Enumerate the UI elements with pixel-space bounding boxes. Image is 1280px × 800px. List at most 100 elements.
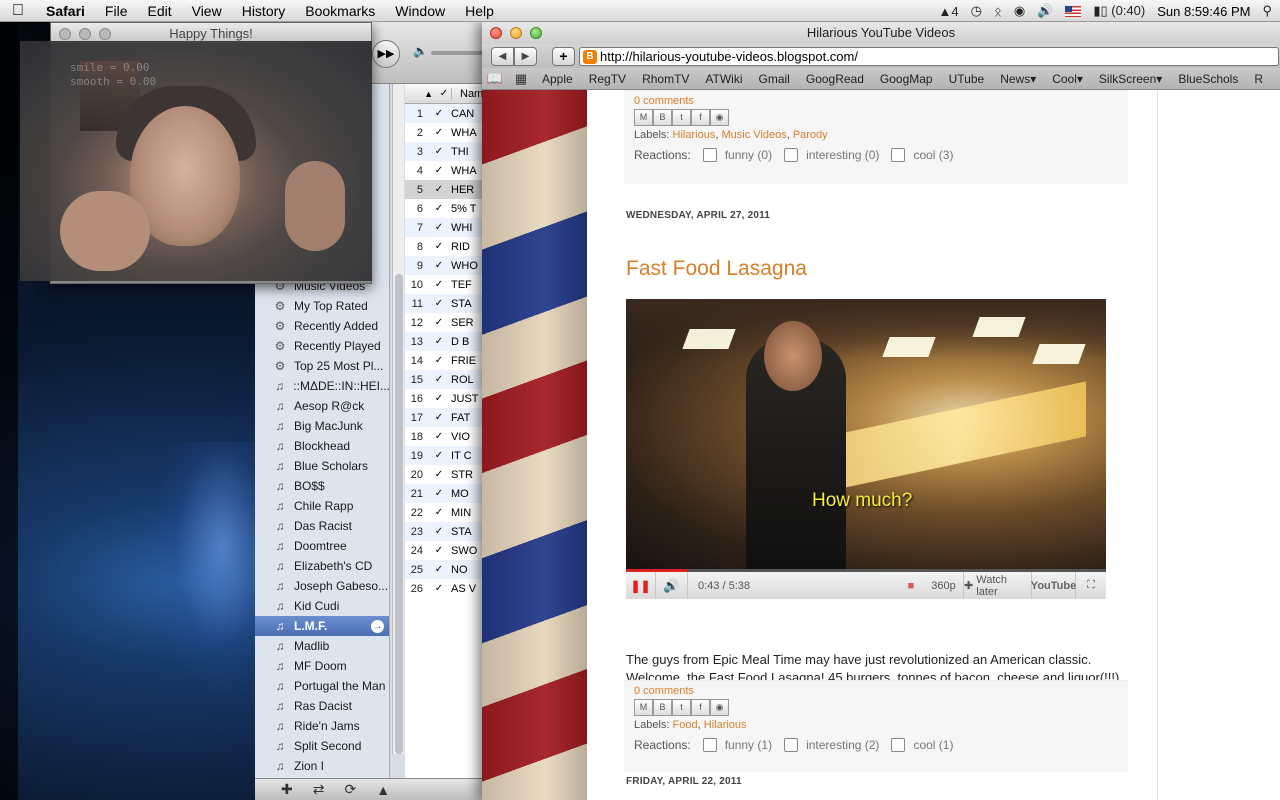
reaction-checkbox[interactable] <box>784 148 799 162</box>
track-checkbox-icon[interactable]: ✓ <box>431 526 447 537</box>
source-item[interactable]: ♫ Portugal the Man <box>255 676 389 696</box>
bookmark-item[interactable]: Cool▾ <box>1044 72 1091 86</box>
bookmark-item[interactable]: News▾ <box>992 72 1044 86</box>
annotation-icon[interactable]: ■ <box>898 572 924 599</box>
source-item[interactable]: ♫::MΔDE::IN::HEI... <box>255 376 389 396</box>
source-item[interactable]: ♫ Doomtree <box>255 536 389 556</box>
battery-icon[interactable]: ▮▯ (0:40) <box>1093 3 1145 19</box>
email-share-icon[interactable]: M <box>634 699 653 716</box>
check-column-icon[interactable]: ✓ <box>437 88 451 99</box>
track-checkbox-icon[interactable]: ✓ <box>431 564 447 575</box>
volume-icon[interactable]: 🔊 <box>1037 3 1053 19</box>
source-item[interactable]: ♫ Big MacJunk <box>255 416 389 436</box>
track-checkbox-icon[interactable]: ✓ <box>431 431 447 442</box>
track-checkbox-icon[interactable]: ✓ <box>431 108 447 119</box>
email-share-icon[interactable]: M <box>634 109 653 126</box>
track-checkbox-icon[interactable]: ✓ <box>431 184 447 195</box>
source-item[interactable]: ♫ Madlib <box>255 636 389 656</box>
reaction-checkbox[interactable] <box>891 738 906 752</box>
source-item[interactable]: ⚙ Recently Played <box>255 336 389 356</box>
apple-icon[interactable]:  <box>0 2 36 20</box>
menu-app-safari[interactable]: Safari <box>36 0 95 22</box>
track-checkbox-icon[interactable]: ✓ <box>431 412 447 423</box>
reaction-funny[interactable]: funny (0) <box>702 148 772 162</box>
watch-later-button[interactable]: ✚ Watch later <box>964 572 1032 599</box>
bookmark-item[interactable]: UTube <box>941 72 993 86</box>
bluetooth-icon[interactable]: ᛟ <box>994 4 1002 19</box>
zoom-icon[interactable] <box>99 28 111 40</box>
shuffle-icon[interactable]: ⇄ <box>313 781 325 798</box>
track-checkbox-icon[interactable]: ✓ <box>431 279 447 290</box>
spotlight-search-icon[interactable]: ⚲ <box>1262 3 1272 19</box>
close-icon[interactable] <box>490 27 502 39</box>
reaction-checkbox[interactable] <box>891 148 906 162</box>
track-checkbox-icon[interactable]: ✓ <box>431 355 447 366</box>
track-checkbox-icon[interactable]: ✓ <box>431 374 447 385</box>
wifi-icon[interactable]: ◉ <box>1014 3 1025 19</box>
track-checkbox-icon[interactable]: ✓ <box>431 488 447 499</box>
add-playlist-icon[interactable]: ✚ <box>281 781 293 798</box>
forward-button[interactable]: ▶ <box>514 47 537 66</box>
pause-icon[interactable]: ❚❚ <box>626 572 656 599</box>
track-checkbox-icon[interactable]: ✓ <box>431 146 447 157</box>
clock[interactable]: Sun 8:59:46 PM <box>1157 4 1250 19</box>
source-item[interactable]: ♫ Split Second <box>255 736 389 756</box>
volume-icon[interactable]: 🔊 <box>656 572 688 599</box>
track-checkbox-icon[interactable]: ✓ <box>431 583 447 594</box>
post-title[interactable]: Fast Food Lasagna <box>626 257 807 281</box>
track-checkbox-icon[interactable]: ✓ <box>431 450 447 461</box>
label-link[interactable]: Parody <box>793 129 828 141</box>
youtube-logo[interactable]: YouTube <box>1031 572 1076 599</box>
sort-ascending-icon[interactable]: ▲ <box>405 89 437 99</box>
buzz-share-icon[interactable]: ◉ <box>710 699 729 716</box>
source-item[interactable]: ⚙ Top 25 Most Pl... <box>255 356 389 376</box>
adobe-icon[interactable]: ▲4 <box>939 4 959 19</box>
close-icon[interactable] <box>59 28 71 40</box>
facebook-share-icon[interactable]: f <box>691 109 710 126</box>
source-item[interactable]: ♫ Ride'n Jams <box>255 716 389 736</box>
fullscreen-icon[interactable]: ⛶ <box>1076 572 1106 599</box>
add-bookmark-button[interactable]: + <box>552 47 575 66</box>
scrollbar-thumb[interactable] <box>395 274 403 754</box>
source-item[interactable]: ♫ L.M.F. → <box>255 616 389 636</box>
reaction-interesting[interactable]: interesting (2) <box>784 738 879 752</box>
minimize-icon[interactable] <box>79 28 91 40</box>
back-button[interactable]: ◀ <box>491 47 514 66</box>
reading-list-icon[interactable]: 📖 <box>482 71 508 87</box>
source-item[interactable]: ♫ Blue Scholars <box>255 456 389 476</box>
reaction-cool[interactable]: cool (1) <box>891 738 953 752</box>
track-checkbox-icon[interactable]: ✓ <box>431 203 447 214</box>
track-checkbox-icon[interactable]: ✓ <box>431 393 447 404</box>
menu-bookmarks[interactable]: Bookmarks <box>295 0 385 22</box>
safari-titlebar[interactable]: Hilarious YouTube Videos <box>482 22 1280 44</box>
label-link[interactable]: Music Videos <box>721 129 786 141</box>
quality-selector[interactable]: 360p <box>924 572 964 599</box>
track-checkbox-icon[interactable]: ✓ <box>431 545 447 556</box>
reaction-checkbox[interactable] <box>702 738 717 752</box>
us-flag-input-icon[interactable] <box>1065 5 1082 17</box>
source-item[interactable]: ♫ BO$$ <box>255 476 389 496</box>
source-item[interactable]: ⚙ Recently Added <box>255 316 389 336</box>
track-checkbox-icon[interactable]: ✓ <box>431 260 447 271</box>
buzz-share-icon[interactable]: ◉ <box>710 109 729 126</box>
comments-link[interactable]: 0 comments <box>634 95 1118 107</box>
source-item[interactable]: ♫ Kid Cudi <box>255 596 389 616</box>
comments-link[interactable]: 0 comments <box>634 685 1118 697</box>
track-checkbox-icon[interactable]: ✓ <box>431 317 447 328</box>
bookmark-item[interactable]: ATWiki <box>697 72 750 86</box>
go-arrow-icon[interactable]: → <box>371 619 384 633</box>
column-header-name[interactable]: Nam <box>451 87 483 100</box>
bookmark-item[interactable]: GoogRead <box>798 72 872 86</box>
source-item[interactable]: ♫ MF Doom <box>255 656 389 676</box>
source-item[interactable]: ♫ Das Racist <box>255 516 389 536</box>
label-link[interactable]: Hilarious <box>704 719 747 731</box>
source-list-scrollbar[interactable] <box>392 84 404 754</box>
track-checkbox-icon[interactable]: ✓ <box>431 241 447 252</box>
facebook-share-icon[interactable]: f <box>691 699 710 716</box>
bookmark-item[interactable]: BlueSchols <box>1170 72 1246 86</box>
artwork-toggle-icon[interactable]: ▲ <box>376 782 390 798</box>
label-link[interactable]: Food <box>673 719 698 731</box>
twitter-share-icon[interactable]: t <box>672 109 691 126</box>
track-checkbox-icon[interactable]: ✓ <box>431 165 447 176</box>
bookmark-item[interactable]: RhomTV <box>634 72 697 86</box>
